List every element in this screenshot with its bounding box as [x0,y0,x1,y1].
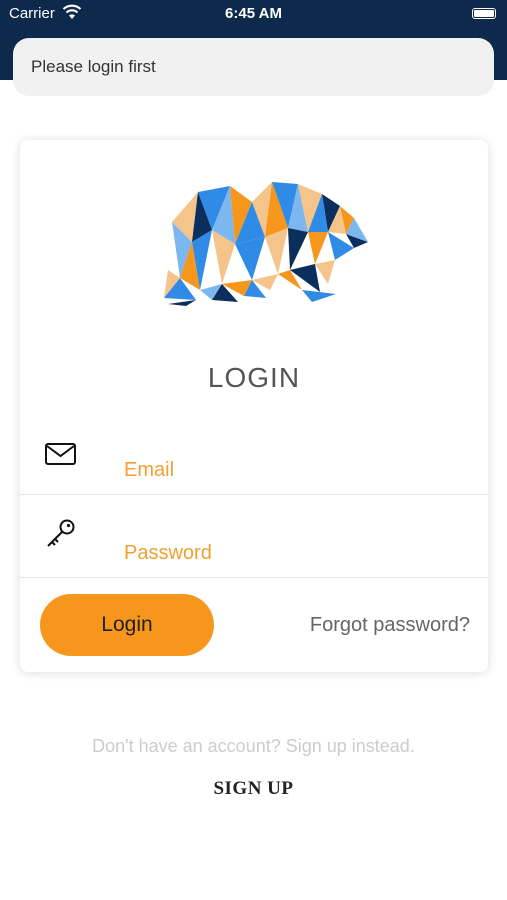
envelope-icon [45,443,76,465]
signup-link[interactable]: SIGN UP [0,778,507,800]
login-title: LOGIN [207,362,301,393]
login-button[interactable]: Login [40,594,214,656]
battery-icon [472,8,496,19]
bear-logo [164,182,368,306]
signup-hint: Don't have an account? Sign up instead. [92,736,415,756]
email-field-row [20,410,488,495]
email-input[interactable] [124,456,454,484]
forgot-password-link[interactable]: Forgot password? [290,614,470,637]
login-card: LOGIN Login Forgot password? [20,140,488,672]
password-input[interactable] [124,539,454,567]
login-required-toast: Please login first [13,38,494,96]
password-field-row [20,493,488,578]
status-time: 6:45 AM [225,5,282,22]
key-icon [47,519,75,547]
toast-message: Please login first [31,57,156,76]
